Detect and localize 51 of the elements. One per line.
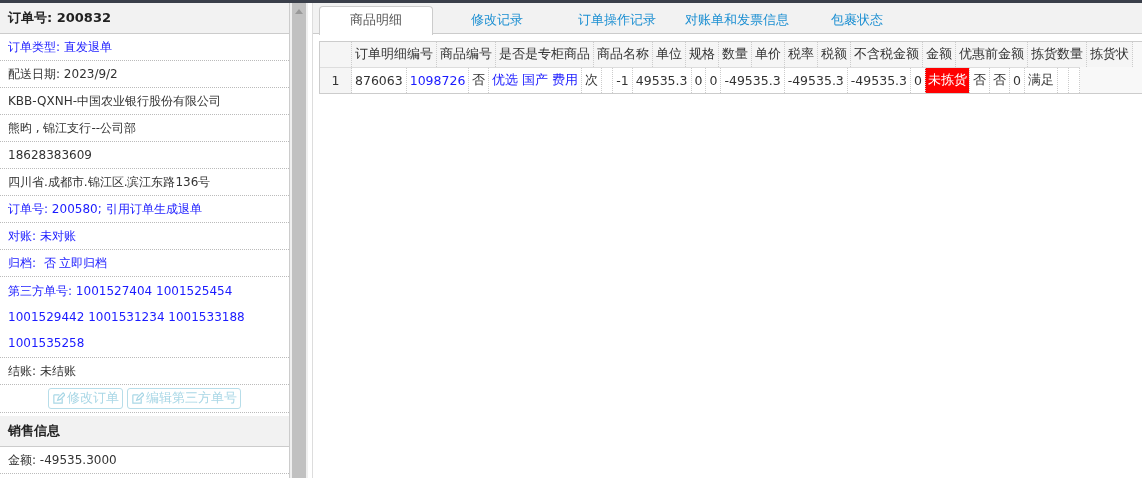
table-cell: 876063 <box>351 67 407 93</box>
scrollbar[interactable] <box>290 3 308 478</box>
info-row[interactable]: 订单号: 200580; 引用订单生成退单 <box>0 196 289 223</box>
panel-title: 订单号: 200832 <box>0 3 289 34</box>
pencil-icon <box>52 392 65 405</box>
column-header: 规格 <box>685 42 719 67</box>
table-cell: 否 <box>989 67 1010 93</box>
table-cell: -49535.3 <box>784 67 848 93</box>
column-header: 不含税金额 <box>850 42 923 67</box>
column-header: 数量 <box>718 42 752 67</box>
column-header: 单价 <box>751 42 785 67</box>
info-row: 熊昀 , 锦江支行--公司部 <box>0 115 289 142</box>
column-header: 拣货数量 <box>1027 42 1087 67</box>
table-cell: 49535.3 <box>632 67 691 93</box>
table-cell: -49535.3 <box>847 67 911 93</box>
column-header: 是否是专柜商品 <box>495 42 594 67</box>
table-cell: 次 <box>581 67 602 93</box>
panel-title: 销售信息 <box>0 416 289 447</box>
column-header: 金额 <box>922 42 956 67</box>
pencil-icon <box>131 392 144 405</box>
table-cell: 0 <box>705 67 721 93</box>
table-cell: -49535.3 <box>720 67 785 93</box>
column-header: 税率 <box>784 42 818 67</box>
column-header: 优惠前金额 <box>955 42 1028 67</box>
column-header: 拣货状 <box>1086 42 1133 67</box>
column-header: 单位 <box>652 42 686 67</box>
info-row[interactable]: 订单类型: 直发退单 <box>0 34 289 61</box>
info-row: 配送日期: 2023/9/2 <box>0 61 289 88</box>
info-row: KBB-QXNH-中国农业银行股份有限公司 <box>0 88 289 115</box>
info-row: 结账: 未结账 <box>0 358 289 385</box>
info-row[interactable]: 第三方单号: 1001527404 1001525454 1001529442 1001531234 1001533188 1001535258 <box>0 277 289 358</box>
table-cell: 否 <box>969 67 990 93</box>
info-row[interactable]: 对账: 未对账 <box>0 223 289 250</box>
info-row: 金额: -49535.3000 <box>0 447 289 474</box>
table-cell: 0 <box>691 67 706 93</box>
column-header: 税额 <box>817 42 851 67</box>
table-cell[interactable]: 优选 国产 费用 <box>488 67 582 93</box>
table-cell: -1 <box>612 67 633 93</box>
table-cell: 0 <box>1009 67 1025 93</box>
status-badge: 未拣货 <box>925 67 970 93</box>
table-cell[interactable]: 1098726 <box>406 67 469 93</box>
column-header: 商品编号 <box>436 42 496 67</box>
column-header: 商品名称 <box>593 42 653 67</box>
table-cell: 否 <box>468 67 489 93</box>
info-row[interactable]: 归档: 否 立即归档 <box>0 250 289 277</box>
info-row: 四川省.成都市.锦江区.滨江东路136号 <box>0 169 289 196</box>
tab[interactable]: 商品明细 <box>319 6 433 35</box>
column-header: 订单明细编号 <box>351 42 437 67</box>
info-row: 18628383609 <box>0 142 289 169</box>
row-number: 1 <box>320 67 352 93</box>
table-cell: 满足 <box>1024 67 1058 93</box>
